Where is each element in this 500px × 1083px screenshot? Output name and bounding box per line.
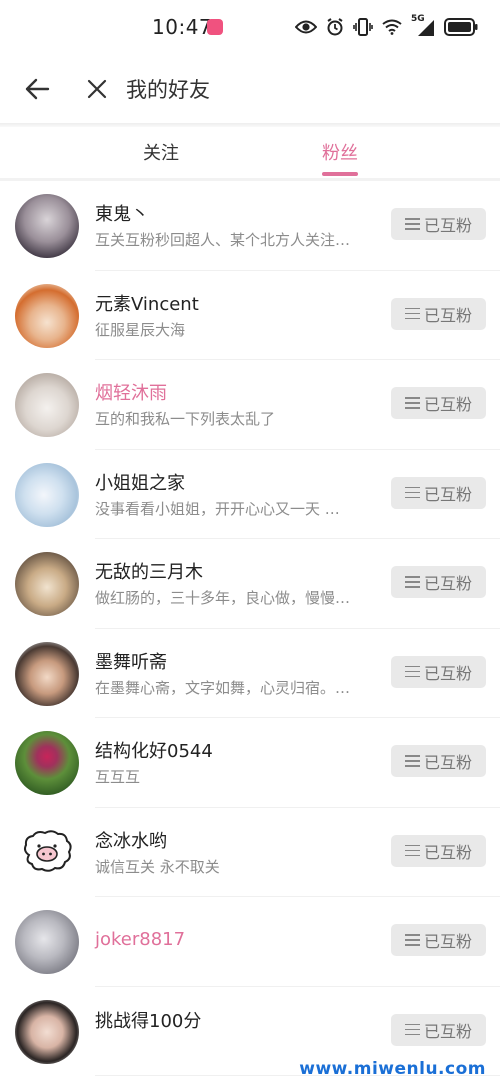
- list-item[interactable]: 烟轻沐雨 互的和我私一下列表太乱了 已互粉: [0, 360, 500, 450]
- friend-name: 元素Vincent: [95, 293, 199, 315]
- close-button[interactable]: [80, 72, 114, 106]
- arrow-left-icon: [25, 78, 50, 100]
- avatar[interactable]: [15, 283, 79, 348]
- menu-icon: [404, 218, 420, 230]
- list-item[interactable]: 结构化好0544 互互互 已互粉: [0, 718, 500, 808]
- close-icon: [87, 79, 107, 99]
- mutual-follow-label: 已互粉: [423, 395, 472, 414]
- avatar[interactable]: [15, 910, 79, 974]
- friend-name: joker8817: [95, 929, 186, 950]
- friend-bio: 诚信互关 永不取关: [95, 857, 220, 876]
- active-tab-indicator: [322, 172, 358, 176]
- friend-bio: 征服星辰大海: [95, 320, 186, 339]
- status-bar: 10:47 5G: [0, 0, 500, 56]
- friend-name: 结构化好0544: [95, 741, 213, 762]
- friend-list: 東鬼丶 互关互粉秒回超人、某个北方人关注… 已互粉 元素Vincent 征服星辰…: [0, 181, 500, 1076]
- friend-bio: 做红肠的，三十多年，良心做，慢慢…: [95, 589, 351, 607]
- menu-icon: [404, 844, 420, 857]
- mutual-follow-label: 已互粉: [423, 753, 472, 772]
- watermark: www.miwenlu.com: [299, 1059, 486, 1079]
- list-item[interactable]: 小姐姐之家 没事看看小姐姐，开开心心又一天 … 已互粉: [0, 450, 500, 540]
- menu-icon: [404, 576, 420, 588]
- friend-bio: 互互互: [95, 768, 141, 786]
- sheep-icon: [24, 829, 72, 872]
- friend-bio: 没事看看小姐姐，开开心心又一天 …: [95, 499, 340, 518]
- friend-bio: 互的和我私一下列表太乱了: [95, 410, 276, 428]
- menu-icon: [404, 1023, 420, 1036]
- friend-name: 小姐姐之家: [95, 472, 185, 494]
- mutual-follow-button[interactable]: 已互粉: [391, 476, 486, 509]
- menu-icon: [404, 665, 420, 678]
- header: 我的好友: [0, 56, 500, 122]
- avatar[interactable]: [15, 731, 79, 795]
- status-time: 10:47: [152, 15, 213, 39]
- app-notification-icon: [207, 19, 223, 35]
- wifi-icon: [382, 19, 402, 35]
- status-icons: 5G: [295, 14, 478, 40]
- friend-name: 念冰水哟: [95, 830, 167, 852]
- list-item[interactable]: 墨舞听斋 在墨舞心斋，文字如舞，心灵归宿。… 已互粉: [0, 629, 500, 719]
- alarm-icon: [327, 18, 343, 36]
- avatar[interactable]: [15, 641, 79, 706]
- mutual-follow-button[interactable]: 已互粉: [391, 655, 486, 688]
- avatar[interactable]: [15, 373, 79, 437]
- mutual-follow-label: 已互粉: [423, 663, 472, 683]
- mutual-follow-button[interactable]: 已互粉: [391, 1013, 486, 1046]
- back-button[interactable]: [20, 72, 54, 106]
- mutual-follow-label: 已互粉: [423, 1021, 472, 1041]
- friend-name: 无敌的三月木: [95, 562, 203, 583]
- signal-5g-icon: 5G: [411, 14, 435, 38]
- list-item[interactable]: 元素Vincent 征服星辰大海 已互粉: [0, 271, 500, 361]
- list-item[interactable]: 念冰水哟 诚信互关 永不取关 已互粉: [0, 808, 500, 898]
- eye-icon: [295, 20, 317, 34]
- mutual-follow-button[interactable]: 已互粉: [391, 566, 486, 598]
- mutual-follow-button[interactable]: 已互粉: [391, 297, 486, 330]
- mutual-follow-label: 已互粉: [423, 216, 472, 235]
- friend-bio: 互关互粉秒回超人、某个北方人关注…: [95, 231, 351, 249]
- list-item[interactable]: joker8817 已互粉: [0, 897, 500, 987]
- list-item[interactable]: 東鬼丶 互关互粉秒回超人、某个北方人关注… 已互粉: [0, 181, 500, 271]
- avatar[interactable]: [15, 999, 79, 1064]
- avatar[interactable]: [15, 194, 79, 258]
- mutual-follow-label: 已互粉: [423, 842, 472, 862]
- friend-name: 墨舞听斋: [95, 651, 167, 673]
- list-item[interactable]: 无敌的三月木 做红肠的，三十多年，良心做，慢慢… 已互粉: [0, 539, 500, 629]
- friend-name: 東鬼丶: [95, 204, 149, 225]
- mutual-follow-button[interactable]: 已互粉: [391, 208, 486, 240]
- mutual-follow-button[interactable]: 已互粉: [391, 834, 486, 867]
- mutual-follow-label: 已互粉: [423, 484, 472, 504]
- menu-icon: [404, 397, 420, 409]
- avatar[interactable]: [15, 820, 79, 885]
- friend-bio: 在墨舞心斋，文字如舞，心灵归宿。…: [95, 678, 351, 697]
- avatar[interactable]: [15, 462, 79, 527]
- menu-icon: [404, 307, 420, 320]
- vibrate-icon: [353, 18, 373, 36]
- mutual-follow-label: 已互粉: [423, 932, 472, 951]
- friend-name: 烟轻沐雨: [95, 383, 167, 404]
- page-title: 我的好友: [126, 78, 210, 102]
- mutual-follow-button[interactable]: 已互粉: [391, 924, 486, 956]
- mutual-follow-button[interactable]: 已互粉: [391, 745, 486, 777]
- mutual-follow-label: 已互粉: [423, 574, 472, 593]
- menu-icon: [404, 934, 420, 946]
- menu-icon: [404, 755, 420, 767]
- battery-icon: [444, 18, 478, 36]
- tab-bar: 关注 粉丝: [0, 127, 500, 178]
- tab-fans[interactable]: 粉丝: [300, 139, 380, 165]
- friend-name: 挑战得100分: [95, 1010, 202, 1032]
- tab-following[interactable]: 关注: [121, 139, 201, 165]
- mutual-follow-label: 已互粉: [423, 305, 472, 325]
- mutual-follow-button[interactable]: 已互粉: [391, 387, 486, 419]
- avatar[interactable]: [15, 552, 79, 616]
- menu-icon: [404, 486, 420, 499]
